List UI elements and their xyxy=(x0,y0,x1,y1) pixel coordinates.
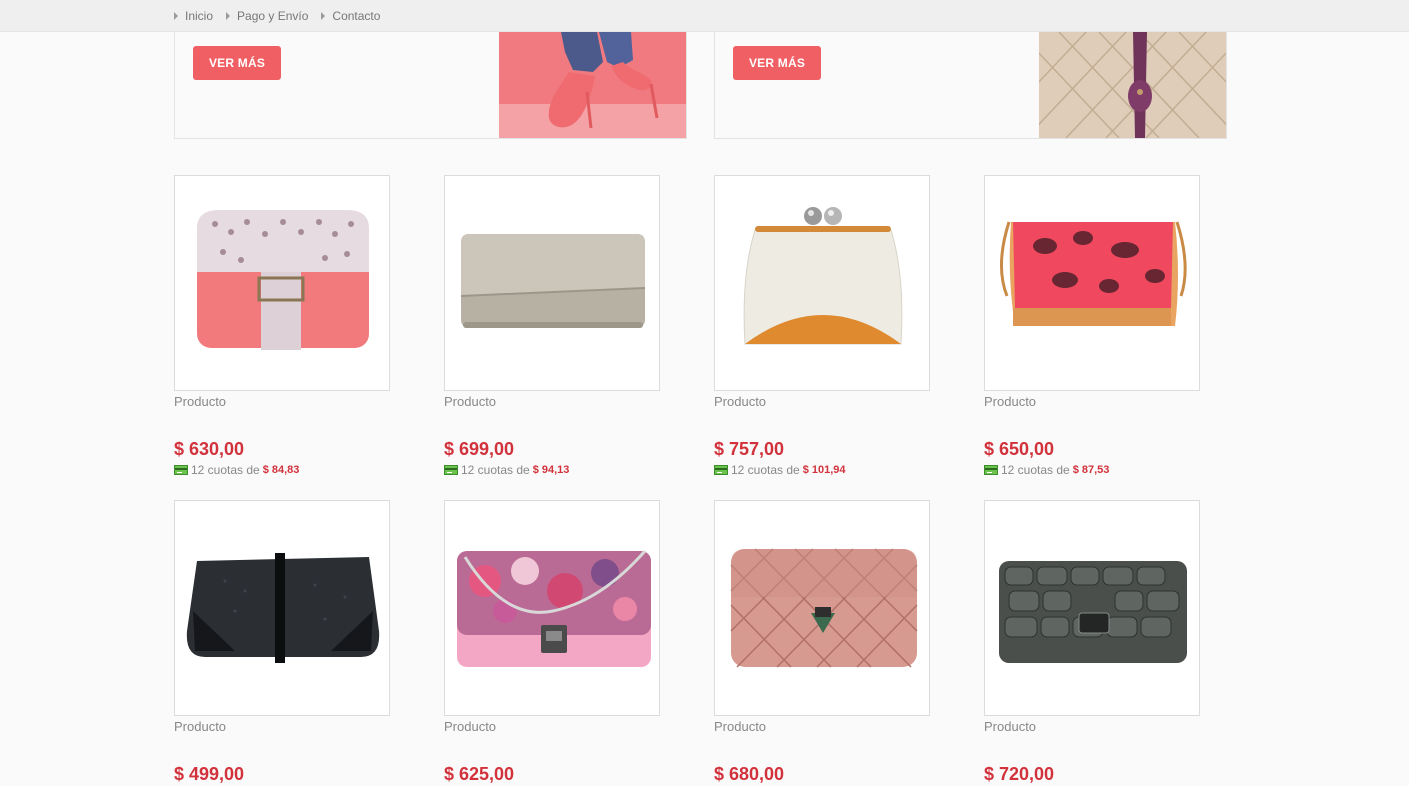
installments-label: 12 cuotas de xyxy=(731,463,800,477)
nav-item-pago-envio[interactable]: Pago y Envío xyxy=(226,9,308,23)
installments-info: 12 cuotas de $ 94,13 xyxy=(444,463,660,477)
product-image[interactable] xyxy=(714,175,930,391)
product-card: Producto $ 680,00 xyxy=(714,500,930,785)
product-name[interactable]: Producto xyxy=(984,394,1200,410)
ver-mas-button[interactable]: VER MÁS xyxy=(193,46,281,80)
nav-item-label: Inicio xyxy=(185,9,214,23)
product-card: Producto $ 699,00 12 cuotas de $ 94,13 xyxy=(444,175,660,477)
banner-image-heels[interactable] xyxy=(499,32,686,138)
product-image[interactable] xyxy=(984,500,1200,716)
product-image[interactable] xyxy=(714,500,930,716)
credit-card-icon xyxy=(174,465,188,475)
product-price: $ 757,00 xyxy=(714,439,785,459)
installment-amount: $ 87,53 xyxy=(1072,464,1110,476)
product-image[interactable] xyxy=(174,500,390,716)
product-price: $ 699,00 xyxy=(444,439,515,459)
product-price: $ 650,00 xyxy=(984,439,1055,459)
product-image[interactable] xyxy=(174,175,390,391)
installment-amount: $ 84,83 xyxy=(262,464,300,476)
product-name[interactable]: Producto xyxy=(444,719,660,735)
product-price: $ 625,00 xyxy=(444,764,515,784)
product-card: Producto $ 720,00 xyxy=(984,500,1200,785)
credit-card-icon xyxy=(984,465,998,475)
banner-image-quilted-bag[interactable] xyxy=(1039,32,1226,138)
product-name[interactable]: Producto xyxy=(174,719,390,735)
caret-right-icon xyxy=(174,12,178,20)
credit-card-icon xyxy=(714,465,728,475)
product-name[interactable]: Producto xyxy=(444,394,660,410)
product-card: Producto $ 757,00 12 cuotas de $ 101,94 xyxy=(714,175,930,477)
installments-label: 12 cuotas de xyxy=(1001,463,1070,477)
product-image[interactable] xyxy=(444,175,660,391)
product-image[interactable] xyxy=(984,175,1200,391)
product-card: Producto $ 499,00 xyxy=(174,500,390,785)
product-card: Producto $ 625,00 xyxy=(444,500,660,785)
product-name[interactable]: Producto xyxy=(714,719,930,735)
ver-mas-button[interactable]: VER MÁS xyxy=(733,46,821,80)
product-card: Producto $ 650,00 12 cuotas de $ 87,53 xyxy=(984,175,1200,477)
product-price: $ 680,00 xyxy=(714,764,785,784)
product-price: $ 630,00 xyxy=(174,439,245,459)
product-name[interactable]: Producto xyxy=(174,394,390,410)
product-price: $ 720,00 xyxy=(984,764,1055,784)
product-name[interactable]: Producto xyxy=(714,394,930,410)
promo-banner-bags: VER MÁS xyxy=(714,32,1227,139)
product-image[interactable] xyxy=(444,500,660,716)
breadcrumb-nav: Inicio Pago y Envío Contacto xyxy=(174,0,393,32)
installments-info: 12 cuotas de $ 84,83 xyxy=(174,463,390,477)
caret-right-icon xyxy=(226,12,231,20)
installment-amount: $ 94,13 xyxy=(532,464,570,476)
installments-label: 12 cuotas de xyxy=(461,463,530,477)
promo-banner-shoes: VER MÁS xyxy=(174,32,687,139)
installment-amount: $ 101,94 xyxy=(802,464,846,476)
caret-right-icon xyxy=(321,12,326,20)
credit-card-icon xyxy=(444,465,458,475)
product-card: Producto $ 630,00 12 cuotas de $ 84,83 xyxy=(174,175,390,477)
nav-item-label: Contacto xyxy=(332,9,381,23)
nav-item-inicio[interactable]: Inicio xyxy=(174,9,213,23)
installments-label: 12 cuotas de xyxy=(191,463,260,477)
product-name[interactable]: Producto xyxy=(984,719,1200,735)
product-price: $ 499,00 xyxy=(174,764,245,784)
nav-item-label: Pago y Envío xyxy=(237,9,309,23)
installments-info: 12 cuotas de $ 87,53 xyxy=(984,463,1200,477)
installments-info: 12 cuotas de $ 101,94 xyxy=(714,463,930,477)
nav-item-contacto[interactable]: Contacto xyxy=(321,9,380,23)
top-nav-bar: Inicio Pago y Envío Contacto xyxy=(0,0,1409,32)
